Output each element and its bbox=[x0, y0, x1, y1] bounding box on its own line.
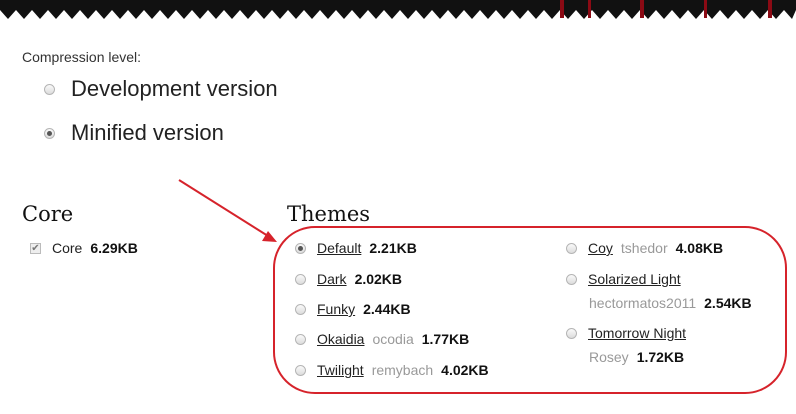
development-label: Development version bbox=[71, 76, 278, 101]
development-radio[interactable] bbox=[44, 83, 55, 95]
core-checkbox[interactable]: ✔ bbox=[30, 242, 41, 254]
core-size: 6.29KB bbox=[90, 240, 138, 256]
download-page: Compression level: Development version M… bbox=[0, 0, 796, 414]
annotation-highlight-ellipse bbox=[273, 226, 787, 394]
core-heading: Core bbox=[22, 202, 74, 226]
minified-label: Minified version bbox=[71, 120, 224, 145]
compression-option-minified[interactable]: Minified version bbox=[44, 120, 224, 146]
compression-level-label: Compression level: bbox=[22, 49, 142, 65]
themes-heading: Themes bbox=[287, 202, 371, 226]
decorative-banner bbox=[0, 0, 796, 19]
minified-radio[interactable] bbox=[44, 127, 55, 139]
banner-zigzag bbox=[0, 0, 796, 19]
compression-option-development[interactable]: Development version bbox=[44, 76, 278, 102]
core-item[interactable]: ✔ Core 6.29KB bbox=[30, 240, 138, 256]
core-name: Core bbox=[52, 240, 83, 256]
